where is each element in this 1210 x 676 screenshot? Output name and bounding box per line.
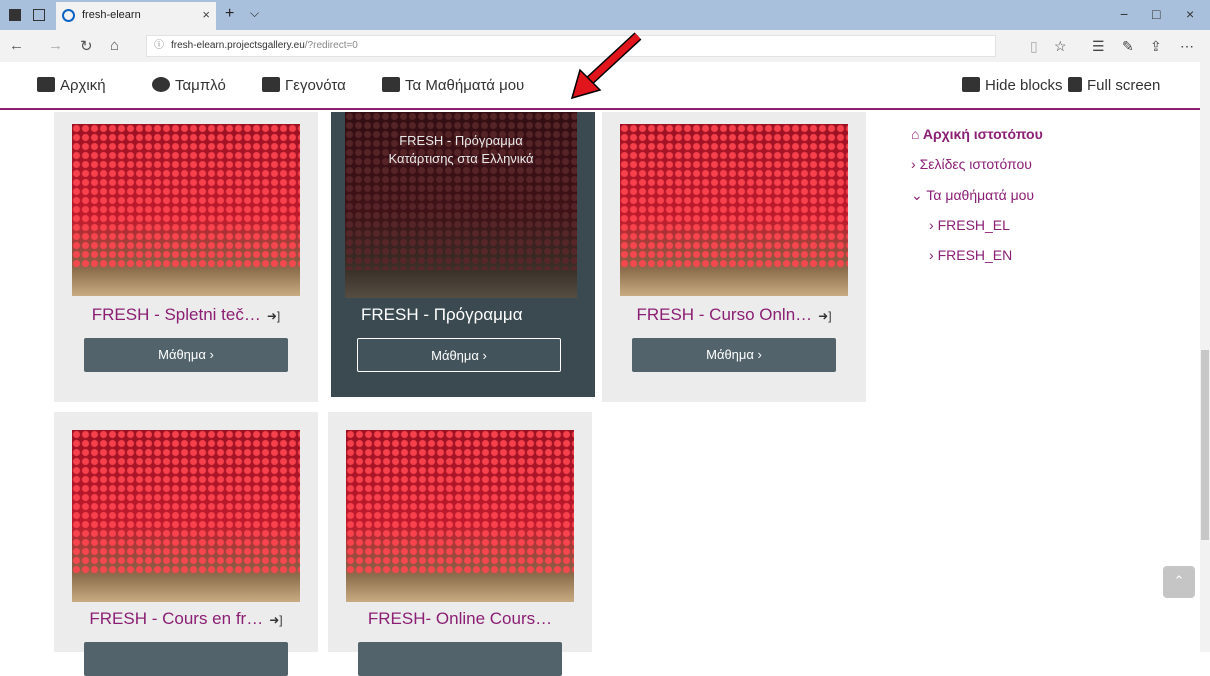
nav-my-courses[interactable]: Τα Μαθήματά μου (382, 77, 524, 94)
briefcase-icon (382, 77, 400, 92)
home-icon (37, 77, 55, 92)
hide-blocks-button[interactable]: Hide blocks (962, 77, 1063, 94)
course-title-text: FRESH - Curso Onln… (636, 305, 813, 324)
nav-block-course-en[interactable]: › FRESH_EN (929, 247, 1012, 263)
hide-blocks-icon (962, 77, 980, 92)
course-image: FRESH - Πρόγραμμα Κατάρτισης στα Ελληνικ… (345, 112, 577, 298)
browser-tab[interactable]: fresh-elearn × (56, 2, 216, 30)
more-icon[interactable]: ⋯ (1180, 38, 1194, 55)
sign-in-icon: ➜] (818, 309, 832, 323)
nav-my-courses-label: Τα Μαθήματά μου (405, 77, 525, 94)
course-card[interactable]: FRESH - Spletni teč… ➜] Μάθημα › (54, 112, 318, 402)
home-icon[interactable]: ⌂ (110, 37, 119, 54)
nav-block-home[interactable]: ⌂ Αρχική ιστοτόπου (911, 126, 1043, 142)
course-button[interactable]: Μάθημα › (357, 338, 561, 372)
nav-events[interactable]: Γεγονότα (262, 77, 346, 94)
dashboard-icon (152, 77, 170, 92)
course-title-text: FRESH - Cours en fr… (89, 609, 264, 628)
nav-dashboard-label: Ταμπλό (175, 77, 226, 94)
nav-block-course-el[interactable]: › FRESH_EL (929, 217, 1010, 233)
forward-icon[interactable]: → (48, 37, 63, 54)
course-image (72, 430, 300, 602)
full-screen-button[interactable]: Full screen (1068, 77, 1160, 94)
course-card[interactable]: FRESH - Cours en fr… ➜] (54, 412, 318, 676)
site-info-icon[interactable]: ⓘ (154, 36, 164, 56)
course-title[interactable]: FRESH - Cours en fr… ➜] (54, 609, 318, 629)
course-card[interactable]: FRESH- Online Cours… (328, 412, 592, 676)
my-courses-label: Τα μαθήματά μου (926, 187, 1035, 203)
nav-block-site-pages[interactable]: › Σελίδες ιστοτόπου (911, 156, 1032, 172)
full-screen-label: Full screen (1087, 77, 1161, 94)
minimize-icon[interactable]: − (1120, 6, 1128, 22)
course-image (346, 430, 574, 602)
refresh-icon[interactable]: ↻ (80, 37, 93, 55)
course-button[interactable]: Μάθημα › (632, 338, 836, 372)
course-el-label: FRESH_EL (937, 217, 1010, 233)
annotation-arrow-icon (570, 32, 642, 100)
course-button[interactable] (358, 642, 562, 676)
course-image (72, 124, 300, 296)
close-window-icon[interactable]: × (1186, 6, 1194, 22)
back-icon[interactable]: ← (9, 37, 24, 54)
url-path: /?redirect=0 (304, 40, 358, 51)
course-title[interactable]: FRESH- Online Cours… (328, 609, 592, 629)
tab-title: fresh-elearn (82, 9, 141, 21)
favorite-star-icon[interactable]: ☆ (1054, 38, 1067, 55)
reading-view-icon[interactable]: ▯ (1030, 38, 1038, 55)
nav-dashboard[interactable]: Ταμπλό (152, 77, 226, 94)
nav-block-my-courses[interactable]: ⌄ Τα μαθήματά μου (911, 187, 1034, 204)
course-title[interactable]: FRESH - Πρόγραμμα (331, 305, 595, 325)
course-card[interactable]: FRESH - Πρόγραμμα Κατάρτισης στα Ελληνικ… (331, 112, 595, 397)
browser-tab-bar: fresh-elearn × + ⌵ − □ × (0, 0, 1210, 30)
expand-icon (1068, 77, 1082, 92)
tab-actions-icon[interactable] (9, 9, 21, 21)
course-summary-overlay: FRESH - Πρόγραμμα Κατάρτισης στα Ελληνικ… (388, 133, 534, 166)
course-button[interactable]: Μάθημα › (84, 338, 288, 372)
nav-events-label: Γεγονότα (285, 77, 346, 94)
course-title[interactable]: FRESH - Curso Onln… ➜] (602, 305, 866, 325)
course-en-label: FRESH_EN (937, 247, 1013, 263)
url-host: fresh-elearn.projectsgallery.eu (171, 40, 305, 51)
favorites-list-icon[interactable]: ☰ (1092, 38, 1105, 55)
maximize-icon[interactable]: □ (1152, 6, 1160, 22)
tab-list-chevron-icon[interactable]: ⌵ (250, 6, 259, 21)
share-icon[interactable]: ⇪ (1150, 38, 1162, 55)
course-card[interactable]: FRESH - Curso Onln… ➜] Μάθημα › (602, 112, 866, 402)
sign-in-icon: ➜] (266, 309, 281, 323)
course-title-text: FRESH - Spletni teč… (91, 305, 261, 324)
course-title[interactable]: FRESH - Spletni teč… ➜] (54, 305, 318, 325)
new-tab-icon[interactable]: + (225, 5, 234, 23)
sign-in-icon: ➜] (269, 613, 283, 627)
tab-close-icon[interactable]: × (202, 7, 210, 22)
back-to-top-button[interactable]: ⌃ (1163, 566, 1195, 598)
tabs-aside-icon[interactable] (33, 9, 45, 21)
nav-block-home-label: Αρχική ιστοτόπου (922, 126, 1043, 142)
site-favicon-icon (62, 9, 75, 22)
nav-home-label: Αρχική (60, 77, 106, 94)
hide-blocks-label: Hide blocks (985, 77, 1063, 94)
scrollbar-thumb[interactable] (1201, 350, 1209, 540)
course-image (620, 124, 848, 296)
course-button[interactable] (84, 642, 288, 676)
notes-pen-icon[interactable]: ✎ (1122, 38, 1134, 55)
nav-home[interactable]: Αρχική (37, 77, 106, 94)
calendar-icon (262, 77, 280, 92)
site-pages-label: Σελίδες ιστοτόπου (919, 156, 1032, 172)
